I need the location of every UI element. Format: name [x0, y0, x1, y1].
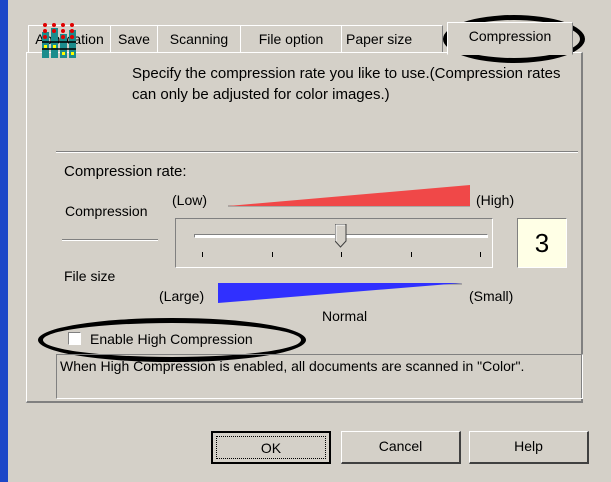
compression-value: 3: [517, 218, 567, 268]
label-divider: [62, 239, 158, 241]
ok-button-label: OK: [216, 436, 326, 459]
slider-thumb[interactable]: [335, 224, 347, 248]
compression-bars-icon: [42, 23, 76, 58]
tab-scanning[interactable]: Scanning: [157, 25, 241, 53]
slider-tick: [271, 252, 273, 257]
window-edge: [0, 0, 8, 482]
slider-tick: [202, 252, 203, 257]
enable-high-compression-label[interactable]: Enable High Compression: [90, 331, 253, 347]
tab-file-option[interactable]: File option: [240, 25, 342, 53]
slider-tick: [480, 252, 481, 257]
slider-tick: [341, 252, 342, 257]
compression-rate-label: Compression rate:: [64, 163, 187, 180]
file-size-label: File size: [64, 268, 116, 284]
tab-paper-size[interactable]: Paper size: [341, 25, 443, 52]
cancel-button[interactable]: Cancel: [341, 431, 461, 464]
help-button[interactable]: Help: [469, 431, 589, 464]
enable-high-compression-checkbox[interactable]: [68, 332, 81, 345]
file-size-wedge: [218, 283, 462, 303]
tab-save[interactable]: Save: [110, 25, 158, 53]
intro-text: Specify the compression rate you like to…: [132, 65, 561, 103]
section-divider: [56, 151, 578, 153]
compression-label: Compression: [65, 203, 148, 219]
high-compression-note: When High Compression is enabled, all do…: [56, 354, 583, 399]
slider-frame: [175, 218, 493, 268]
small-label: (Small): [469, 288, 514, 304]
tab-compression[interactable]: Compression: [447, 22, 573, 55]
ok-button[interactable]: OK: [211, 431, 331, 464]
normal-label: Normal: [322, 308, 368, 324]
low-label: (Low): [172, 192, 208, 208]
slider-tick: [410, 252, 412, 257]
compression-wedge: [228, 185, 470, 207]
high-label: (High): [476, 192, 515, 208]
large-label: (Large): [159, 288, 205, 304]
